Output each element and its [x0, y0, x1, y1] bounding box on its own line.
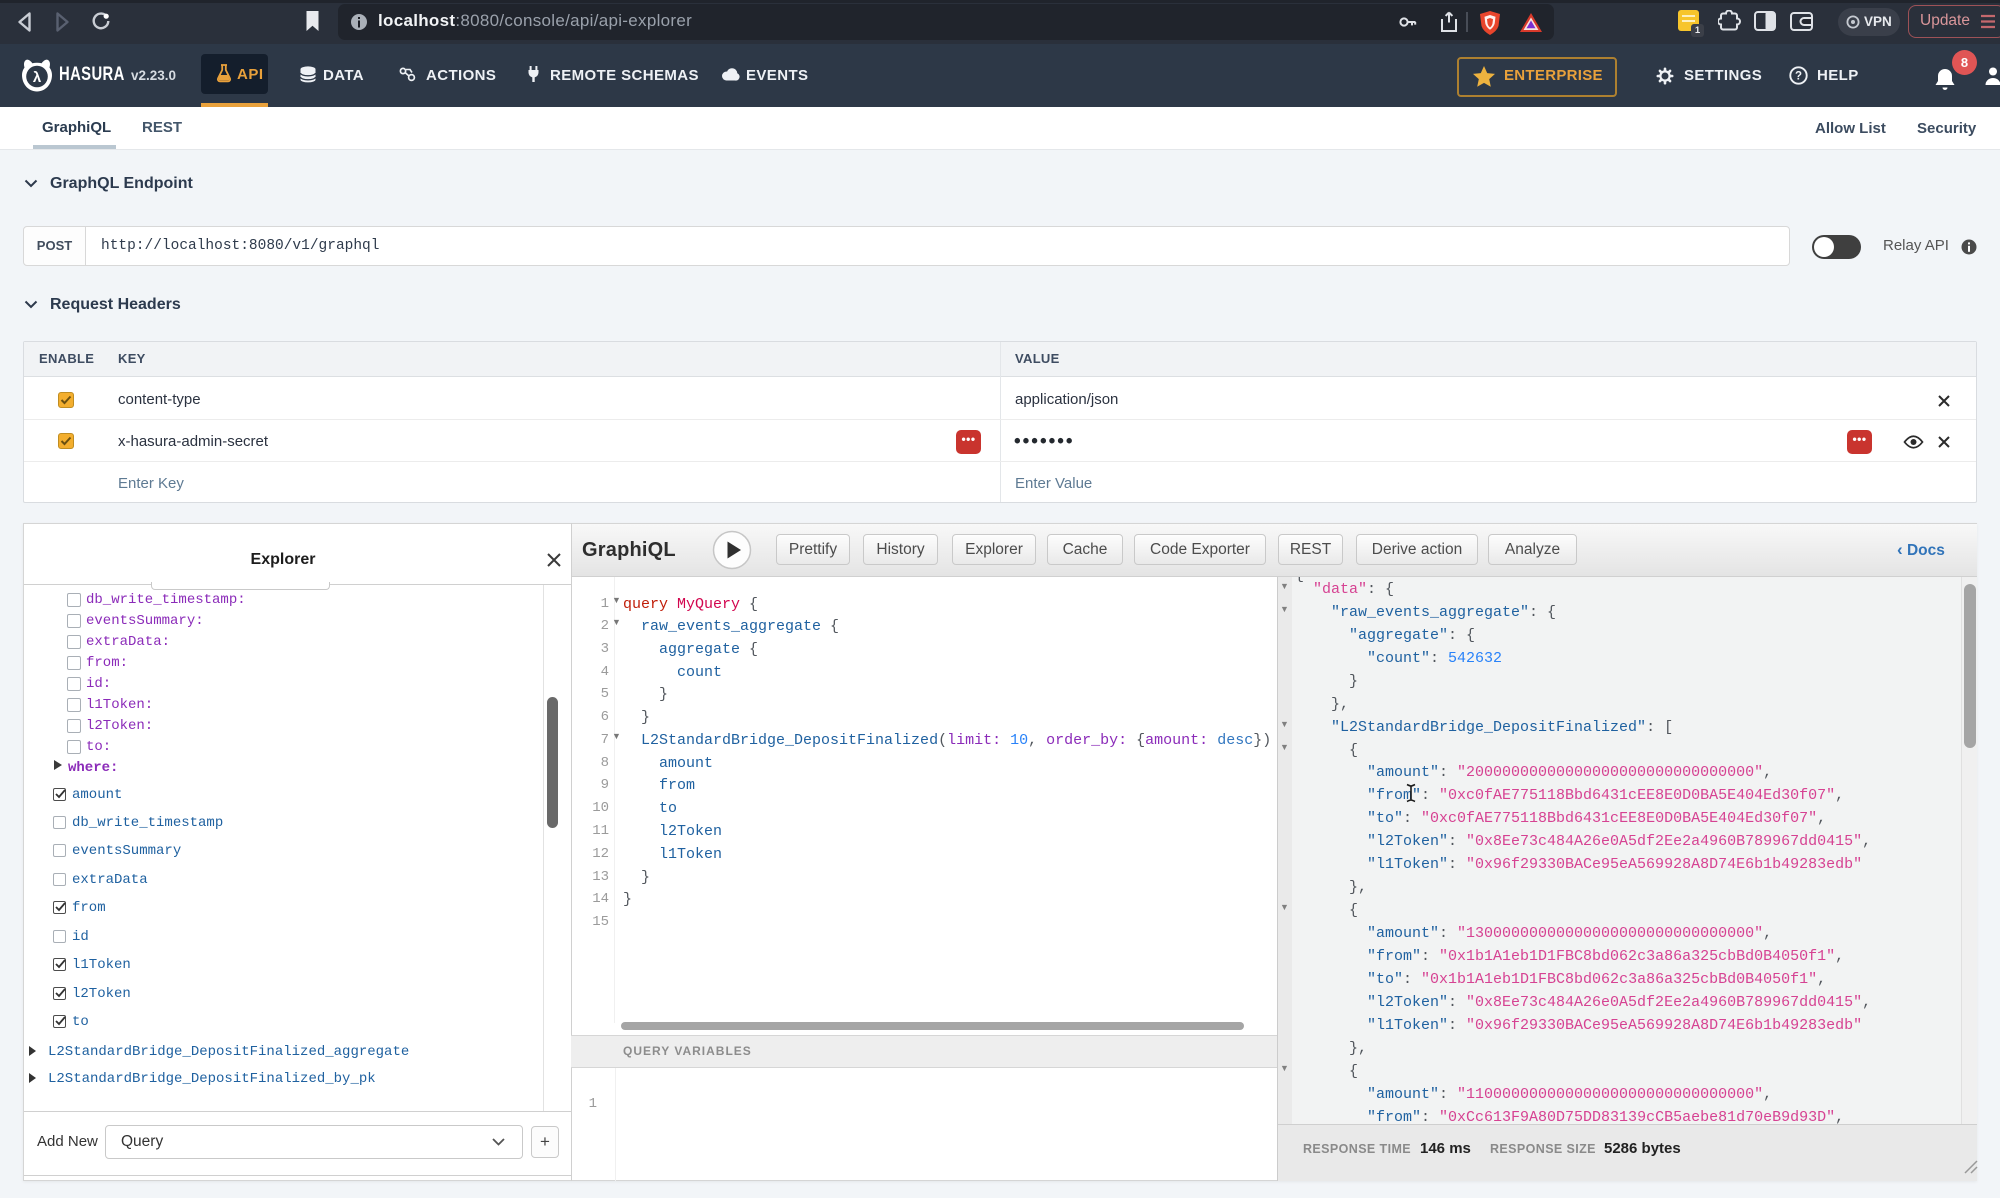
svg-text:λ: λ [33, 69, 42, 86]
svg-text:?: ? [1795, 71, 1802, 83]
